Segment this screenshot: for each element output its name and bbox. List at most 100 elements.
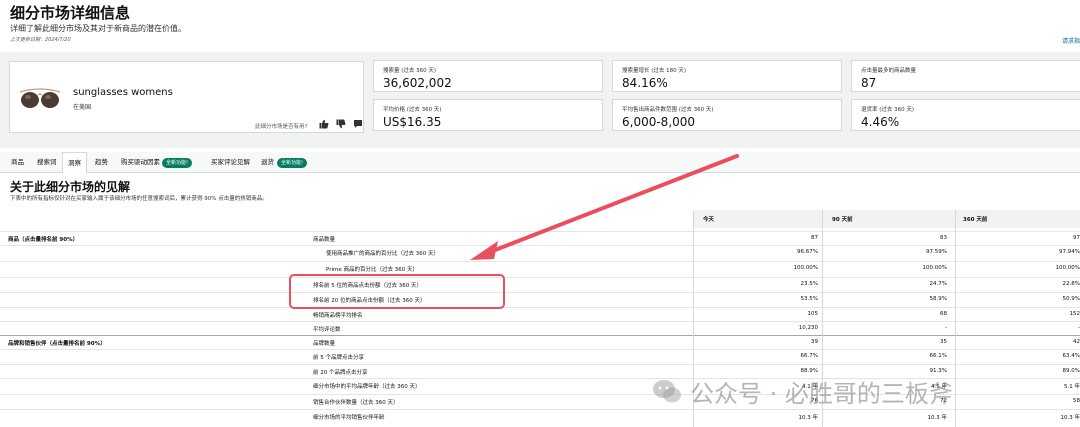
- table-row: 平均评论数 10,230 - -: [0, 321, 1080, 335]
- metric-units-sold-range: 平均售出商品件数范围 (过去 360 天) 6,000-8,000: [612, 99, 842, 131]
- annotation-highlight-box: [289, 274, 505, 309]
- new-feature-badge: 全新功能!: [277, 158, 308, 168]
- value-360-days: 10.3 年: [1060, 415, 1080, 421]
- tab-products[interactable]: 商品: [11, 152, 24, 173]
- tab-purchase-drivers[interactable]: 购买驱动因素: [121, 152, 160, 173]
- value-360-days: 63.4%: [1062, 353, 1080, 359]
- row-metric-label: 品牌数量: [313, 341, 336, 347]
- table-row: 品牌和销售伙伴（点击量排名前 90%） 品牌数量 39 35 42: [0, 335, 1080, 349]
- table-row: 畅销商品榜平均排名 105 68 152: [0, 307, 1080, 321]
- insights-description: 下表中的所有指标仅针对在买家输入属于该细分市场的任意搜索词后，累计获得 90% …: [10, 196, 268, 202]
- comment-icon[interactable]: [352, 118, 363, 129]
- product-name: sunglasses womens: [73, 87, 173, 98]
- product-card: sunglasses womens 在美国 此细分市场是否有用?: [9, 61, 364, 133]
- new-feature-badge: 全新功能!: [162, 158, 193, 168]
- tab-insights[interactable]: 洞察: [62, 152, 87, 174]
- page-subtitle: 详细了解此细分市场及其对于新商品的潜在价值。: [10, 24, 186, 33]
- metric-value: 84.16%: [622, 76, 668, 90]
- last-updated: 上次更新日期：2024/7/20: [10, 37, 71, 43]
- value-90-days: 10.3 年: [927, 415, 948, 421]
- value-today: 53.5%: [800, 296, 818, 302]
- table-row: Prime 商品的百分比（过去 360 天） 100.00% 100.00% 1…: [0, 261, 1080, 275]
- table-row: 使用商品推广的商品的百分比（过去 360 天） 96.67% 97.59% 97…: [0, 245, 1080, 259]
- thumbs-down-icon[interactable]: [335, 118, 346, 129]
- tab-bar: 商品 搜索词 洞察 趋势 购买驱动因素 全新功能! 买家评论见解 退货 全新功能…: [0, 152, 1080, 174]
- watermark: 公众号 · 必胜哥的三板斧: [652, 374, 953, 409]
- metric-label: 搜索量 (过去 360 天): [383, 68, 437, 74]
- value-90-days: -: [945, 325, 947, 331]
- tab-review-insights[interactable]: 买家评论见解: [211, 152, 250, 173]
- value-360-days: 58: [1073, 398, 1080, 404]
- summary-area: sunglasses womens 在美国 此细分市场是否有用? 搜索量 (过去…: [0, 52, 1080, 148]
- value-today: 66.7%: [800, 353, 818, 359]
- column-90-days-ago: 90 天前: [832, 217, 853, 223]
- insights-title: 关于此细分市场的见解: [10, 180, 131, 194]
- value-360-days: 100.00%: [1055, 265, 1080, 271]
- value-360-days: 89.0%: [1062, 368, 1080, 374]
- product-market: 在美国: [73, 104, 92, 111]
- table-row: 排名前 5 位的商品点击份额（过去 360 天） 23.5% 24.7% 22.…: [0, 277, 1080, 291]
- metric-label: 搜索量增长 (过去 180 天): [622, 68, 687, 74]
- row-metric-label: 前 5 个品牌点击分享: [313, 355, 364, 361]
- value-90-days: 100.00%: [922, 265, 947, 271]
- page-title: 细分市场详细信息: [10, 4, 131, 22]
- metric-label: 点击量最多的商品数量: [861, 68, 917, 74]
- metric-value: US$16.35: [383, 115, 442, 129]
- value-90-days: 35: [940, 339, 947, 345]
- row-metric-label: 平均评论数: [313, 327, 341, 333]
- column-divider: [955, 210, 956, 427]
- sunglasses-image: [19, 88, 61, 108]
- watermark-text: 公众号 · 必胜哥的三板斧: [690, 380, 953, 408]
- column-360-days-ago: 360 天前: [963, 217, 988, 223]
- row-metric-label: 商品数量: [313, 237, 336, 243]
- wechat-icon: [653, 379, 681, 402]
- value-90-days: 58.9%: [929, 296, 947, 302]
- page-header: 细分市场详细信息 详细了解此细分市场及其对于新商品的潜在价值。 上次更新日期：2…: [10, 4, 1080, 48]
- tab-search-terms[interactable]: 搜索词: [37, 152, 57, 173]
- metric-value: 4.46%: [861, 115, 900, 129]
- helpful-prompt: 此细分市场是否有用?: [255, 124, 308, 130]
- tab-returns[interactable]: 退货: [261, 152, 274, 173]
- value-today: 39: [811, 339, 818, 345]
- metric-search-volume: 搜索量 (过去 360 天) 36,602,002: [373, 60, 603, 92]
- table-header: 今天 90 天前 360 天前: [0, 210, 1080, 228]
- table-row: 细分市场的平均销售伙伴年龄 10.3 年 10.3 年 10.3 年: [0, 409, 1080, 423]
- metric-value: 6,000-8,000: [622, 115, 696, 129]
- metric-label: 平均价格 (过去 360 天): [383, 107, 442, 113]
- metric-search-growth: 搜索量增长 (过去 180 天) 84.16%: [612, 60, 842, 92]
- metric-value: 36,602,002: [383, 76, 452, 90]
- metric-average-price: 平均价格 (过去 360 天) US$16.35: [373, 99, 603, 131]
- row-metric-label: 前 20 个品牌点击分享: [313, 370, 368, 376]
- row-metric-label: 细分市场的平均销售伙伴年龄: [313, 415, 385, 421]
- value-360-days: 42: [1073, 339, 1080, 345]
- metric-value: 87: [861, 76, 877, 90]
- row-metric-label: 细分市场中的平均品牌年龄（过去 360 天）: [313, 384, 421, 390]
- value-360-days: 22.8%: [1062, 281, 1080, 287]
- value-90-days: 24.7%: [929, 281, 947, 287]
- value-today: 87: [811, 235, 818, 241]
- metric-label: 平均售出商品件数范围 (过去 360 天): [622, 107, 714, 113]
- value-90-days: 97.59%: [926, 249, 947, 255]
- table-row: 商品（点击量排名前 90%） 商品数量 87 83 97: [0, 231, 1080, 245]
- thumbs-up-icon[interactable]: [318, 118, 329, 129]
- row-metric-label: 畅销商品榜平均排名: [313, 313, 363, 319]
- table-row: 排名前 20 位的商品点击份额（过去 360 天） 53.5% 58.9% 50…: [0, 292, 1080, 306]
- row-metric-label: 销售合作伙伴数量（过去 360 天）: [313, 400, 399, 406]
- value-today: 23.5%: [800, 281, 818, 287]
- value-360-days: 97.94%: [1059, 249, 1080, 255]
- row-metric-label: 使用商品推广的商品的百分比（过去 360 天）: [326, 251, 439, 257]
- value-today: 100.00%: [793, 265, 818, 271]
- row-group-label: 商品（点击量排名前 90%）: [8, 237, 79, 243]
- column-today: 今天: [703, 217, 715, 223]
- value-360-days: 50.9%: [1062, 296, 1080, 302]
- tab-trends[interactable]: 趋势: [95, 152, 108, 173]
- value-360-days: 5.1 年: [1064, 384, 1080, 390]
- table-header-background: [693, 210, 1080, 228]
- table-row: 前 5 个品牌点击分享 66.7% 66.1% 63.4%: [0, 349, 1080, 363]
- value-today: 10,230: [798, 325, 818, 331]
- metric-return-rate: 退货率 (过去 360 天) 4.46%: [851, 99, 1080, 131]
- request-link[interactable]: 请求指: [1062, 36, 1080, 45]
- helpful-actions: [318, 118, 363, 129]
- value-today: 10.3 年: [798, 415, 819, 421]
- metric-top-clicked-count: 点击量最多的商品数量 87: [851, 60, 1080, 92]
